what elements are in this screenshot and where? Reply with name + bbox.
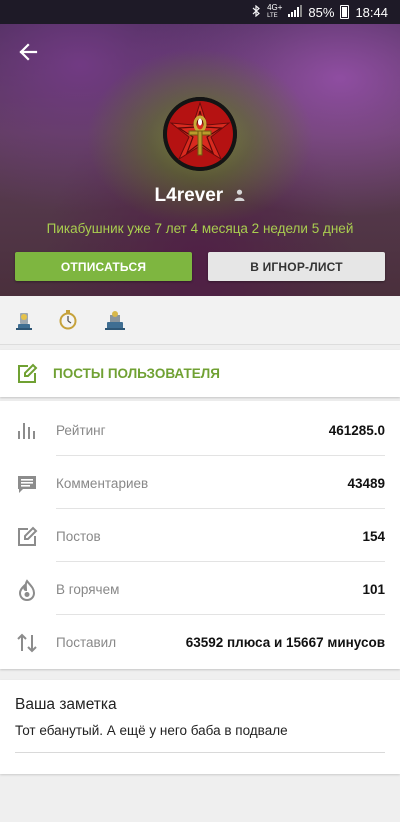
stat-label: Рейтинг [56,423,106,438]
comment-icon [16,473,38,495]
stat-rating: Рейтинг 461285.0 [0,403,400,456]
battery-percent: 85% [308,4,335,20]
username: L4rever [154,185,224,207]
note-title: Ваша заметка [15,696,117,713]
edit-icon [16,526,38,548]
stat-posts: Постов 154 [0,509,400,562]
updown-arrows-icon [16,632,38,654]
note-underline [15,752,385,753]
awards-bar [0,296,400,345]
network-type: 4G+ LTE [267,3,283,20]
clock: 18:44 [355,4,388,20]
stat-label: Постов [56,529,101,544]
bar-chart-icon [16,420,38,442]
stats-list: Рейтинг 461285.0 Комментариев 43489 Пост… [0,401,400,669]
username-row: L4rever [0,185,400,207]
stat-value: 461285.0 [328,423,385,438]
stat-label: В горячем [56,582,120,597]
stat-value: 43489 [347,476,385,491]
avatar[interactable] [163,97,237,171]
stat-label: Комментариев [56,476,149,491]
edit-icon [16,363,38,390]
ankh-star-avatar-image [163,97,237,171]
ignore-list-button[interactable]: В ИГНОР-ЛИСТ [208,252,385,281]
stat-value: 154 [362,529,385,544]
stat-value: 101 [362,582,385,597]
user-posts-label: ПОСТЫ ПОЛЬЗОВАТЕЛЯ [53,366,220,381]
signal-icon [288,4,303,20]
person-icon [234,185,245,207]
note-input[interactable]: Тот ебанутый. А ещё у него баба в подвал… [15,723,288,738]
arrow-left-icon [19,43,38,61]
stat-value: 63592 плюса и 15667 минусов [185,635,385,650]
flame-icon [16,579,38,602]
bluetooth-icon [252,4,261,20]
user-note-card: Ваша заметка Тот ебанутый. А ещё у него … [0,680,400,774]
status-bar: 4G+ LTE 85% 18:44 [0,0,400,24]
stat-comments: Комментариев 43489 [0,456,400,509]
award-trophy-icon[interactable] [105,309,125,331]
unsubscribe-button[interactable]: ОТПИСАТЬСЯ [15,252,192,281]
award-medal-icon[interactable] [14,309,34,331]
award-stopwatch-icon[interactable] [58,309,78,331]
back-button[interactable] [14,38,42,66]
profile-header: L4rever Пикабушник уже 7 лет 4 месяца 2 … [0,24,400,296]
user-posts-link[interactable]: ПОСТЫ ПОЛЬЗОВАТЕЛЯ [0,350,400,397]
membership-duration: Пикабушник уже 7 лет 4 месяца 2 недели 5… [46,221,354,236]
stat-votes: Поставил 63592 плюса и 15667 минусов [0,615,400,668]
stat-label: Поставил [56,635,117,650]
battery-icon [340,5,350,19]
stat-hot: В горячем 101 [0,562,400,615]
